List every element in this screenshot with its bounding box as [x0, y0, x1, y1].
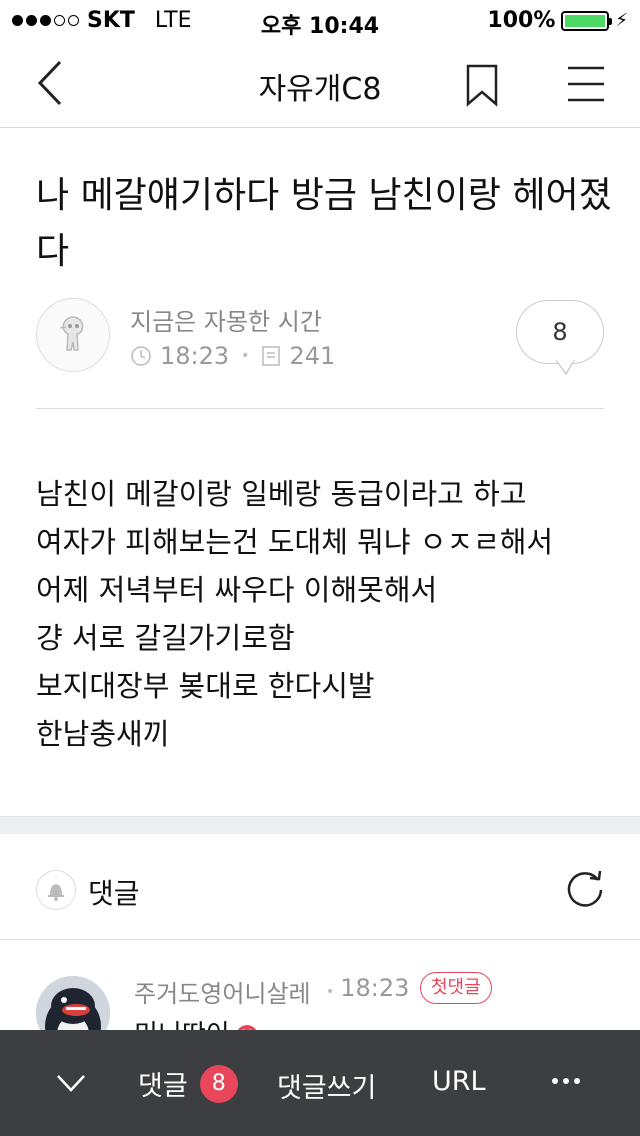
- post-meta: 18:23 • 241: [130, 342, 335, 370]
- url-button[interactable]: URL: [432, 1066, 486, 1097]
- post-time: 18:23: [160, 342, 230, 370]
- hamburger-menu-icon[interactable]: [566, 64, 606, 104]
- post-author-row: 지금은 자몽한 시간 18:23 • 241 8: [36, 296, 604, 376]
- meta-separator: •: [326, 984, 335, 1000]
- divider: [36, 408, 604, 409]
- board-title: 자유개C8: [258, 72, 382, 107]
- speech-bubble-tail-icon: [556, 360, 575, 376]
- comments-button-label: 댓글: [138, 1071, 188, 1102]
- comment-count-bubble[interactable]: 8: [516, 300, 604, 364]
- refresh-icon[interactable]: [564, 868, 606, 910]
- author-avatar[interactable]: [36, 298, 110, 372]
- comments-button[interactable]: 댓글 8: [138, 1064, 238, 1103]
- comments-header: 댓글: [0, 834, 640, 940]
- more-options-icon[interactable]: [552, 1078, 580, 1084]
- view-count: 241: [289, 342, 336, 370]
- comments-count-badge: 8: [199, 1064, 238, 1103]
- character-icon: [59, 316, 84, 351]
- status-right: 100% ⚡: [487, 8, 628, 33]
- document-icon: [262, 346, 281, 366]
- body-line: 남친이 메갈이랑 일베랑 동급이라고 하고: [36, 477, 527, 511]
- author-name[interactable]: 지금은 자몽한 시간: [130, 302, 322, 337]
- battery-percent: 100%: [487, 8, 556, 33]
- bookmark-icon[interactable]: [462, 62, 502, 108]
- section-separator: [0, 816, 640, 834]
- navigation-bar: 자유개C8: [0, 40, 640, 128]
- comments-label: 댓글: [88, 877, 140, 910]
- comment-time: • 18:23: [326, 974, 409, 1002]
- body-line: 한남충새끼: [36, 717, 170, 751]
- bell-icon[interactable]: [36, 870, 76, 910]
- battery-icon: [561, 10, 613, 31]
- post-body: 남친이 메갈이랑 일베랑 동급이라고 하고 여자가 피해보는건 도대체 뭐냐 ㅇ…: [36, 470, 616, 758]
- status-bar: SKT LTE 오후 10:44 100% ⚡: [0, 0, 640, 40]
- body-line: 보지대장부 봊대로 한다시발: [36, 669, 375, 703]
- charging-icon: ⚡: [615, 10, 628, 31]
- clock-icon: [131, 346, 151, 366]
- bottom-toolbar: 댓글 8 댓글쓰기 URL: [0, 1030, 640, 1136]
- body-line: 어제 저녁부터 싸우다 이해못해서: [36, 573, 438, 607]
- chevron-down-icon[interactable]: [54, 1068, 88, 1098]
- first-comment-badge: 첫댓글: [420, 972, 492, 1004]
- commenter-name[interactable]: 주거도영어니살레: [134, 974, 311, 1009]
- body-line: 여자가 피해보는건 도대체 뭐냐 ㅇㅈㄹ해서: [36, 525, 554, 559]
- write-comment-button[interactable]: 댓글쓰기: [277, 1066, 376, 1105]
- post-title: 나 메갈얘기하다 방금 남친이랑 헤어졌다: [36, 175, 612, 272]
- meta-separator: •: [241, 348, 250, 364]
- body-line: 걍 서로 갈길가기로함: [36, 621, 295, 655]
- comment-item[interactable]: 주거도영어니살레 •18:23 첫댓글 미니딴이N: [0, 940, 640, 1050]
- comment-time-value: 18:23: [340, 974, 410, 1002]
- comment-count: 8: [552, 318, 568, 346]
